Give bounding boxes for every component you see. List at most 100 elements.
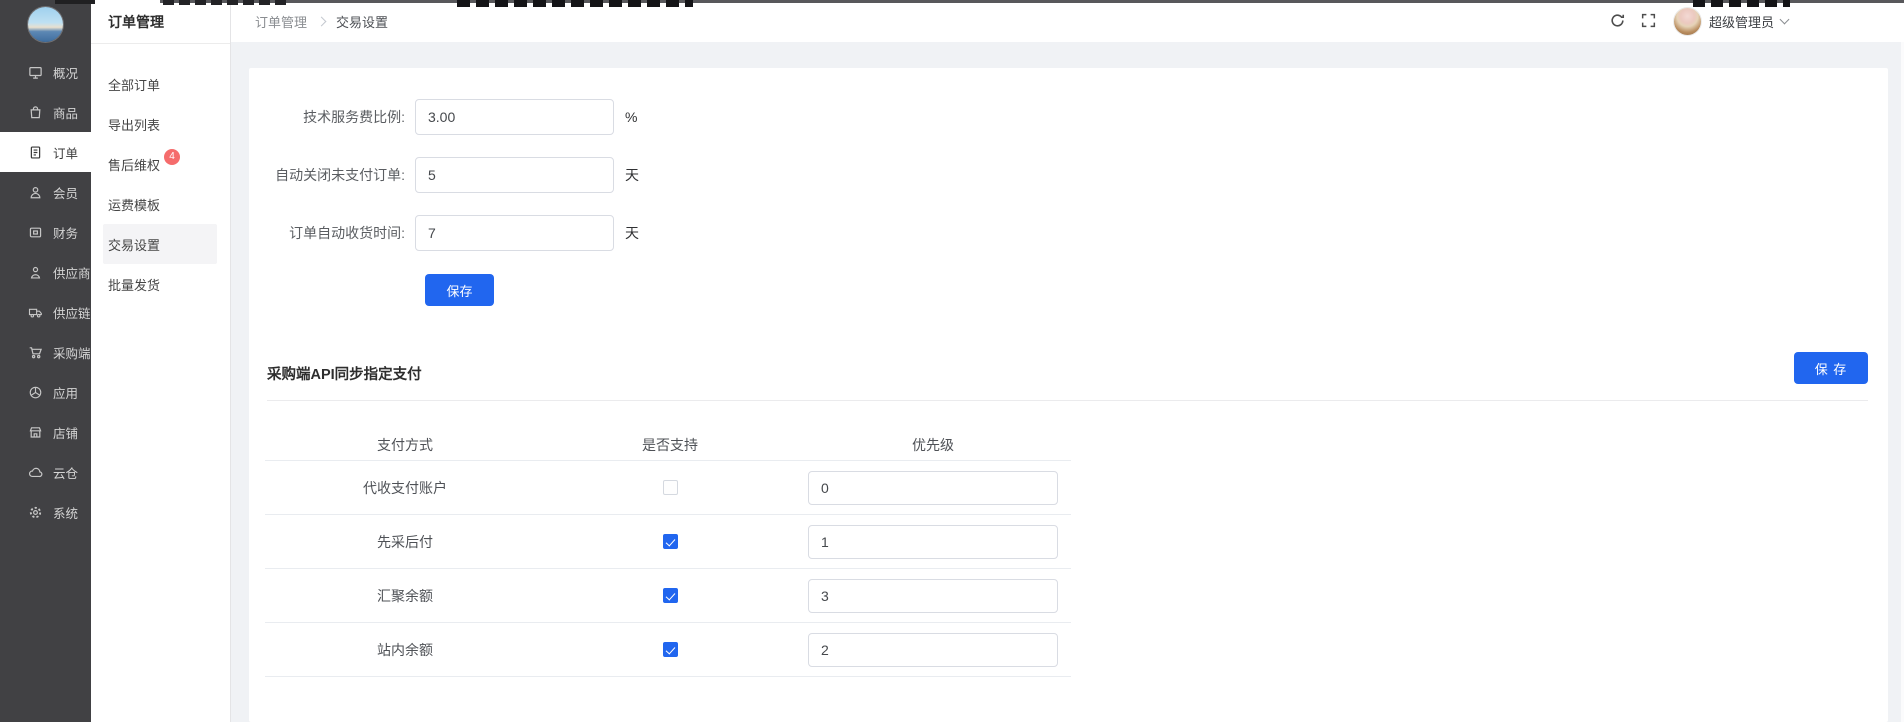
sidebar-item-finance[interactable]: 财务 — [0, 212, 91, 252]
sidebar-item-shop[interactable]: 店铺 — [0, 412, 91, 452]
payment-table-header: 支付方式 是否支持 优先级 — [265, 429, 1071, 461]
save-button[interactable]: 保存 — [425, 274, 494, 306]
auto-receive-input[interactable] — [415, 215, 614, 251]
priority-input[interactable] — [808, 579, 1058, 613]
column-header-method: 支付方式 — [265, 435, 545, 455]
sidebar-item-label: 订单 — [53, 143, 78, 162]
submenu-item-trade-settings[interactable]: 交易设置 — [103, 224, 217, 264]
submenu-item-label: 交易设置 — [108, 235, 160, 254]
sidebar-item-system[interactable]: 系统 — [0, 492, 91, 532]
sidebar-item-label: 店铺 — [53, 423, 78, 442]
refresh-icon[interactable] — [1609, 12, 1627, 30]
sidebar-item-label: 商品 — [53, 103, 78, 122]
submenu-item-label: 运费模板 — [108, 195, 160, 214]
clipped-text-fragment — [163, 0, 291, 5]
breadcrumb-current: 交易设置 — [336, 12, 388, 31]
submenu-item-label: 批量发货 — [108, 275, 160, 294]
form-row-service-fee: 技术服务费比例: % — [249, 99, 637, 135]
site-logo[interactable] — [28, 7, 63, 42]
auto-close-suffix: 天 — [625, 165, 639, 185]
members-icon — [28, 185, 43, 200]
supplier-icon — [28, 265, 43, 280]
payment-method-label: 代收支付账户 — [265, 478, 545, 498]
supply-chain-icon — [28, 305, 43, 320]
submenu-item-freight-template[interactable]: 运费模板 — [91, 184, 230, 224]
primary-sidebar: 概况 商品 订单 会员 — [0, 0, 91, 722]
sidebar-item-supplier[interactable]: 供应商 — [0, 252, 91, 292]
submenu-item-label: 导出列表 — [108, 115, 160, 134]
support-checkbox[interactable] — [663, 534, 678, 549]
sidebar-item-label: 供应商 — [53, 263, 91, 282]
orders-icon — [28, 145, 43, 160]
payment-section-title: 采购端API同步指定支付 — [267, 363, 422, 384]
submenu-item-export-list[interactable]: 导出列表 — [91, 104, 230, 144]
submenu-title: 订单管理 — [91, 0, 230, 44]
sidebar-item-orders[interactable]: 订单 — [0, 132, 91, 172]
service-fee-label: 技术服务费比例: — [249, 107, 415, 127]
sidebar-item-label: 供应链 — [53, 303, 91, 322]
clipped-text-fragment — [1693, 0, 1790, 7]
table-row-collection-account: 代收支付账户 — [265, 461, 1071, 515]
procurement-icon — [28, 345, 43, 360]
topbar-right: 超级管理员 — [1609, 8, 1788, 35]
submenu-item-all-orders[interactable]: 全部订单 — [91, 64, 230, 104]
user-name: 超级管理员 — [1709, 12, 1774, 31]
sidebar-item-cloud-warehouse[interactable]: 云仓 — [0, 452, 91, 492]
breadcrumb: 订单管理 交易设置 — [255, 12, 388, 31]
sidebar-item-label: 云仓 — [53, 463, 78, 482]
breadcrumb-root[interactable]: 订单管理 — [255, 12, 307, 31]
submenu-item-after-sales[interactable]: 售后维权 4 — [91, 144, 230, 184]
submenu-item-batch-shipping[interactable]: 批量发货 — [91, 264, 230, 304]
user-avatar — [1674, 8, 1701, 35]
priority-input[interactable] — [808, 471, 1058, 505]
column-header-supported: 是否支持 — [545, 435, 795, 455]
form-row-auto-receive: 订单自动收货时间: 天 — [249, 215, 639, 251]
admin-screen: 概况 商品 订单 会员 — [0, 0, 1904, 722]
submenu-item-label: 全部订单 — [108, 75, 160, 94]
shop-icon — [28, 425, 43, 440]
order-submenu: 订单管理 全部订单 导出列表 售后维权 4 运费模板 交易设置 批量发货 — [91, 0, 231, 722]
clipped-text-fragment — [457, 0, 693, 7]
form-row-auto-close: 自动关闭未支付订单: 天 — [249, 157, 639, 193]
priority-input[interactable] — [808, 633, 1058, 667]
auto-close-input[interactable] — [415, 157, 614, 193]
support-checkbox[interactable] — [663, 642, 678, 657]
cloud-warehouse-icon — [28, 465, 43, 480]
sidebar-item-label: 财务 — [53, 223, 78, 242]
auto-receive-label: 订单自动收货时间: — [249, 223, 415, 243]
dashboard-icon — [28, 65, 43, 80]
system-icon — [28, 505, 43, 520]
sidebar-item-supply-chain[interactable]: 供应链 — [0, 292, 91, 332]
support-checkbox[interactable] — [663, 588, 678, 603]
fullscreen-icon[interactable] — [1640, 12, 1658, 30]
chevron-down-icon — [1780, 15, 1790, 25]
sidebar-item-label: 会员 — [53, 183, 78, 202]
sidebar-item-overview[interactable]: 概况 — [0, 52, 91, 92]
table-row-huiju-balance: 汇聚余额 — [265, 569, 1071, 623]
payment-table: 支付方式 是否支持 优先级 代收支付账户 先采后付 汇聚余额 站内余额 — [265, 429, 1071, 677]
sidebar-item-apps[interactable]: 应用 — [0, 372, 91, 412]
priority-input[interactable] — [808, 525, 1058, 559]
sidebar-item-procurement[interactable]: 采购端 — [0, 332, 91, 372]
payment-method-label: 先采后付 — [265, 532, 545, 552]
clipped-text-fragment — [55, 0, 95, 4]
chevron-right-icon — [317, 16, 327, 26]
after-sales-badge: 4 — [164, 149, 180, 165]
support-checkbox[interactable] — [663, 480, 678, 495]
user-menu[interactable]: 超级管理员 — [1674, 8, 1788, 35]
submenu-items: 全部订单 导出列表 售后维权 4 运费模板 交易设置 批量发货 — [91, 44, 230, 304]
auto-close-label: 自动关闭未支付订单: — [249, 165, 415, 185]
goods-icon — [28, 105, 43, 120]
sidebar-item-label: 概况 — [53, 63, 78, 82]
column-header-priority: 优先级 — [795, 435, 1071, 455]
section-save-button[interactable]: 保 存 — [1794, 352, 1868, 384]
primary-nav: 概况 商品 订单 会员 — [0, 44, 91, 532]
sidebar-item-members[interactable]: 会员 — [0, 172, 91, 212]
table-row-site-balance: 站内余额 — [265, 623, 1071, 677]
service-fee-input[interactable] — [415, 99, 614, 135]
apps-icon — [28, 385, 43, 400]
sidebar-item-goods[interactable]: 商品 — [0, 92, 91, 132]
sidebar-item-label: 应用 — [53, 383, 78, 402]
settings-card: 技术服务费比例: % 自动关闭未支付订单: 天 订单自动收货时间: 天 保存 采… — [249, 68, 1888, 722]
table-row-buy-first-pay-later: 先采后付 — [265, 515, 1071, 569]
